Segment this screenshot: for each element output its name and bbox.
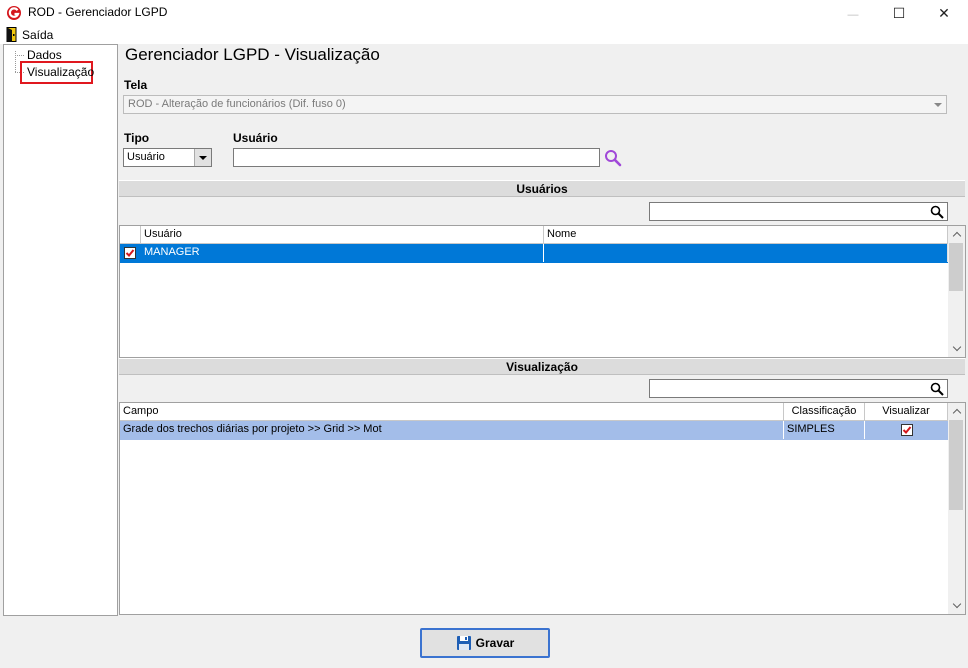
tela-label: Tela	[124, 78, 148, 92]
table-row[interactable]: Grade dos trechos diárias por projeto >>…	[120, 421, 948, 440]
usuarios-filter-input[interactable]	[649, 202, 948, 221]
visualizacao-scrollbar[interactable]	[948, 403, 965, 614]
cell-nome	[544, 244, 948, 262]
scroll-thumb[interactable]	[949, 243, 963, 291]
search-icon[interactable]	[930, 382, 944, 396]
grid-header-visualizar[interactable]: Visualizar	[865, 403, 948, 421]
maximize-button[interactable]: ☐	[876, 0, 922, 26]
tipo-label: Tipo	[124, 131, 150, 145]
navigation-tree	[3, 44, 118, 616]
search-icon[interactable]	[930, 205, 944, 219]
chevron-down-icon[interactable]	[929, 96, 946, 113]
usuario-input[interactable]	[233, 148, 600, 167]
grid-header-usuario[interactable]: Usuário	[141, 226, 544, 244]
usuario-label: Usuário	[233, 131, 278, 145]
usuarios-scrollbar[interactable]	[948, 226, 965, 357]
save-label: Gravar	[475, 636, 515, 650]
visualizacao-filter-input[interactable]	[649, 379, 948, 398]
close-button[interactable]: ✕	[921, 0, 967, 26]
scroll-up-icon[interactable]	[948, 226, 965, 243]
visualizar-checkbox[interactable]	[901, 424, 913, 436]
floppy-disk-icon	[456, 636, 471, 650]
cell-usuario: MANAGER	[141, 244, 544, 262]
save-button[interactable]: Gravar	[420, 628, 550, 658]
tree-connector	[15, 55, 24, 56]
grid-header-nome[interactable]: Nome	[544, 226, 948, 244]
visualizacao-grid: Campo Classificação Visualizar Grade dos…	[119, 402, 966, 615]
window-title: ROD - Gerenciador LGPD	[28, 5, 168, 19]
maximize-icon: ☐	[892, 5, 906, 21]
minimize-icon: —	[847, 9, 859, 21]
tree-item-visualizacao[interactable]: Visualização	[20, 61, 94, 84]
scroll-thumb[interactable]	[949, 420, 963, 510]
table-row[interactable]: MANAGER	[120, 244, 948, 263]
tree-item-dados[interactable]: Dados	[27, 48, 62, 62]
app-logo-icon	[6, 5, 22, 21]
menu-exit[interactable]: Saída	[22, 28, 53, 42]
grid-header-campo[interactable]: Campo	[120, 403, 784, 421]
menu-bar	[0, 26, 968, 44]
grid-header-classificacao[interactable]: Classificação	[784, 403, 865, 421]
usuarios-section-header: Usuários	[119, 180, 965, 197]
row-checkbox[interactable]	[124, 247, 136, 259]
close-icon: ✕	[938, 5, 950, 21]
tela-value: ROD - Alteração de funcionários (Dif. fu…	[128, 98, 346, 110]
scroll-down-icon[interactable]	[948, 597, 965, 614]
cell-campo: Grade dos trechos diárias por projeto >>…	[120, 421, 784, 439]
tipo-value: Usuário	[127, 151, 165, 163]
visualizacao-section-header: Visualização	[119, 358, 965, 375]
page-title: Gerenciador LGPD - Visualização	[125, 45, 380, 64]
scroll-up-icon[interactable]	[948, 403, 965, 420]
tipo-select[interactable]: Usuário	[123, 148, 212, 167]
exit-door-icon[interactable]	[6, 27, 18, 42]
scroll-down-icon[interactable]	[948, 340, 965, 357]
usuarios-grid: Usuário Nome MANAGER	[119, 225, 966, 358]
cell-classificacao: SIMPLES	[784, 421, 865, 439]
minimize-button[interactable]: —	[830, 0, 876, 26]
search-icon[interactable]	[603, 148, 623, 168]
chevron-down-icon[interactable]	[194, 149, 211, 166]
grid-header-select	[120, 226, 141, 244]
tela-select[interactable]: ROD - Alteração de funcionários (Dif. fu…	[123, 95, 947, 114]
